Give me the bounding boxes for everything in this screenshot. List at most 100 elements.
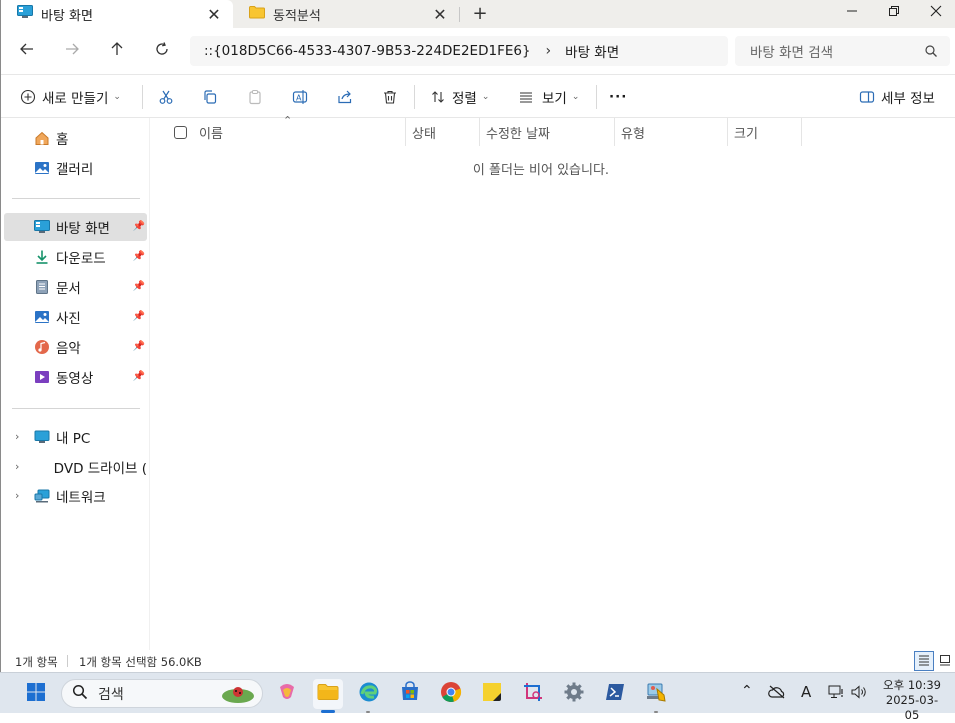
tiles-view-button[interactable] (935, 651, 955, 671)
details-view-button[interactable] (914, 651, 934, 671)
search-input[interactable]: 바탕 화면 검색 (735, 36, 950, 66)
address-path[interactable]: ::{018D5C66-4533-4307-9B53-224DE2ED1FE6} (204, 43, 531, 59)
pin-icon[interactable]: 📌 (133, 221, 145, 232)
video-icon (33, 368, 51, 386)
sidebar-item-label: 홈 (56, 132, 69, 148)
pin-icon[interactable]: 📌 (133, 281, 145, 292)
sidebar-item-dvd[interactable]: › DVD 드라이브 ( (4, 453, 147, 481)
clipboard-icon (244, 86, 266, 108)
tab-close-icon[interactable]: ✕ (429, 5, 451, 24)
pane-splitter[interactable] (149, 118, 150, 650)
start-button[interactable] (21, 679, 51, 709)
pin-icon[interactable]: 📌 (133, 251, 145, 262)
sidebar-item-pictures[interactable]: 사진 📌 (4, 303, 147, 331)
system-tool-icon (645, 681, 667, 707)
sidebar-item-videos[interactable]: 동영상 📌 (4, 363, 147, 391)
column-divider[interactable] (727, 118, 728, 146)
new-button[interactable]: 새로 만들기 ⌄ (17, 84, 121, 110)
new-tab-button[interactable]: + (469, 3, 491, 25)
delete-button[interactable] (379, 84, 401, 110)
arrow-right-icon (64, 41, 80, 61)
toolbar-divider (596, 85, 597, 109)
column-divider[interactable] (801, 118, 802, 146)
close-icon (930, 5, 942, 21)
sidebar-divider (12, 198, 140, 199)
chevron-right-icon[interactable]: › (15, 460, 19, 473)
sort-button[interactable]: 정렬 ⌄ (427, 84, 489, 110)
pin-icon[interactable]: 📌 (133, 341, 145, 352)
column-header-type[interactable]: 유형 (621, 118, 645, 146)
tab-desktop[interactable]: 바탕 화면 ✕ (1, 0, 233, 28)
pin-icon[interactable]: 📌 (133, 371, 145, 382)
more-button[interactable]: ··· (609, 84, 627, 110)
edge-app[interactable] (354, 679, 384, 709)
desktop-icon (17, 5, 33, 23)
settings-app[interactable] (559, 679, 589, 709)
column-divider[interactable] (479, 118, 480, 146)
close-button[interactable] (915, 0, 955, 26)
tab-dynamic-analysis[interactable]: 동적분석 ✕ (233, 0, 459, 28)
view-button[interactable]: 보기 ⌄ (515, 84, 579, 110)
sidebar-item-desktop[interactable]: 바탕 화면 📌 (4, 213, 147, 241)
chevron-up-icon[interactable]: ⌃ (741, 683, 753, 699)
share-button[interactable] (334, 84, 356, 110)
rename-icon: A (289, 86, 311, 108)
minimize-button[interactable] (831, 0, 873, 26)
file-explorer-app[interactable] (313, 679, 343, 709)
tab-label: 바탕 화면 (41, 8, 93, 24)
gallery-icon (33, 159, 51, 177)
sort-label: 정렬 (452, 91, 477, 107)
toolbar-divider (142, 85, 143, 109)
sidebar-item-label: DVD 드라이브 ( (53, 461, 147, 477)
system-tool-app[interactable] (641, 679, 671, 709)
powershell-app[interactable] (600, 679, 630, 709)
select-all-checkbox[interactable] (174, 126, 187, 139)
chrome-app[interactable] (436, 679, 466, 709)
taskbar-search[interactable]: 검색 (61, 679, 263, 708)
column-header-size[interactable]: 크기 (734, 118, 758, 146)
column-divider[interactable] (405, 118, 406, 146)
column-header-date-modified[interactable]: 수정한 날짜 (486, 118, 550, 146)
refresh-button[interactable] (148, 38, 176, 64)
column-header-status[interactable]: 상태 (412, 118, 436, 146)
chevron-right-icon[interactable]: › (15, 489, 19, 502)
search-placeholder: 바탕 화면 검색 (750, 45, 834, 61)
chevron-down-icon: ⌄ (571, 92, 580, 102)
address-bar[interactable]: ::{018D5C66-4533-4307-9B53-224DE2ED1FE6}… (190, 36, 728, 66)
sidebar-item-network[interactable]: › 네트워크 (4, 482, 147, 510)
sidebar-item-label: 동영상 (56, 371, 94, 387)
column-header-name[interactable]: 이름 (199, 118, 223, 146)
cut-button[interactable] (155, 84, 177, 110)
details-button[interactable]: 세부 정보 (856, 84, 935, 110)
pin-icon[interactable]: 📌 (133, 311, 145, 322)
column-divider[interactable] (614, 118, 615, 146)
breadcrumb-separator[interactable]: › (546, 43, 552, 59)
system-clock[interactable]: 오후 10:39 2025-03-05 (880, 678, 944, 723)
network-status-icon[interactable] (828, 685, 844, 703)
ime-indicator[interactable]: A (801, 683, 811, 701)
store-app[interactable] (395, 679, 425, 709)
copilot-icon (276, 681, 298, 707)
sidebar-item-this-pc[interactable]: › 내 PC (4, 423, 147, 451)
edge-icon (358, 681, 380, 707)
sidebar-item-home[interactable]: 홈 (4, 124, 147, 152)
forward-button[interactable] (58, 38, 86, 64)
copilot-app[interactable] (272, 679, 302, 709)
volume-icon[interactable] (851, 685, 869, 703)
copy-button[interactable] (199, 84, 221, 110)
maximize-button[interactable] (873, 0, 915, 26)
sidebar-item-music[interactable]: 음악 📌 (4, 333, 147, 361)
rename-button[interactable]: A (289, 84, 311, 110)
sidebar-item-downloads[interactable]: 다운로드 📌 (4, 243, 147, 271)
sidebar-item-gallery[interactable]: 갤러리 (4, 154, 147, 182)
paste-button[interactable] (244, 84, 266, 110)
up-button[interactable] (103, 38, 131, 64)
sidebar-item-documents[interactable]: 문서 📌 (4, 273, 147, 301)
tab-close-icon[interactable]: ✕ (203, 5, 225, 24)
back-button[interactable] (13, 38, 41, 64)
chevron-right-icon[interactable]: › (15, 430, 19, 443)
breadcrumb-current[interactable]: 바탕 화면 (565, 41, 619, 61)
onedrive-offline-icon[interactable] (768, 685, 786, 703)
snipping-tool-app[interactable] (518, 679, 548, 709)
sticky-notes-app[interactable] (477, 679, 507, 709)
